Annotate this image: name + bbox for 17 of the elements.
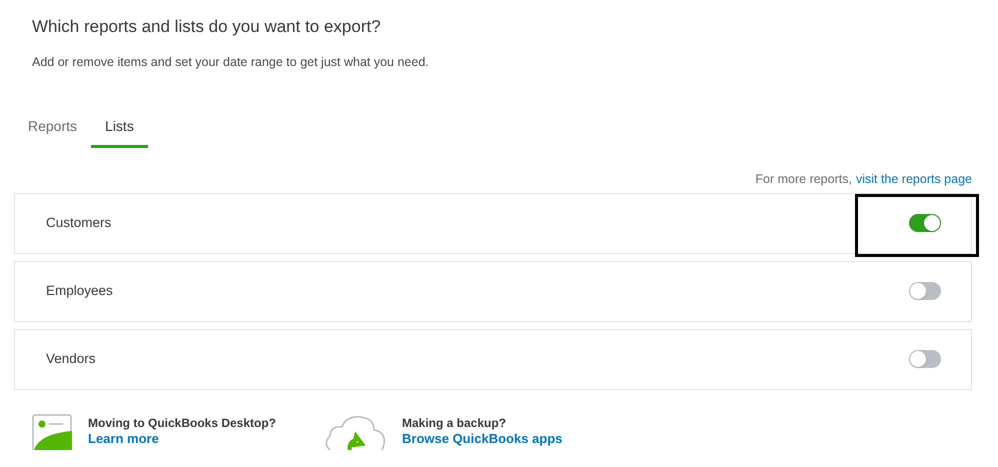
- list-name: Vendors: [46, 350, 96, 368]
- toggle-switch[interactable]: [909, 350, 941, 368]
- window-icon: [32, 414, 74, 450]
- footer-link[interactable]: Learn more: [88, 430, 276, 446]
- tab[interactable]: Reports: [28, 116, 78, 148]
- footer-question: Moving to QuickBooks Desktop?: [88, 416, 276, 431]
- toggle-switch[interactable]: [909, 214, 941, 232]
- list-name: Employees: [46, 282, 113, 300]
- footer-link[interactable]: Browse QuickBooks apps: [402, 430, 562, 446]
- page-subtitle: Add or remove items and set your date range to get just what you need.: [32, 54, 429, 71]
- footer-question: Making a backup?: [402, 416, 508, 431]
- more-reports-text: For more reports,: [755, 171, 852, 188]
- reports-page-link[interactable]: visit the reports page: [856, 170, 972, 189]
- page-title: Which reports and lists do you want to export?: [32, 16, 381, 38]
- list-name: Customers: [46, 214, 112, 232]
- tab[interactable]: Lists: [91, 116, 148, 148]
- toggle-switch[interactable]: [909, 282, 941, 300]
